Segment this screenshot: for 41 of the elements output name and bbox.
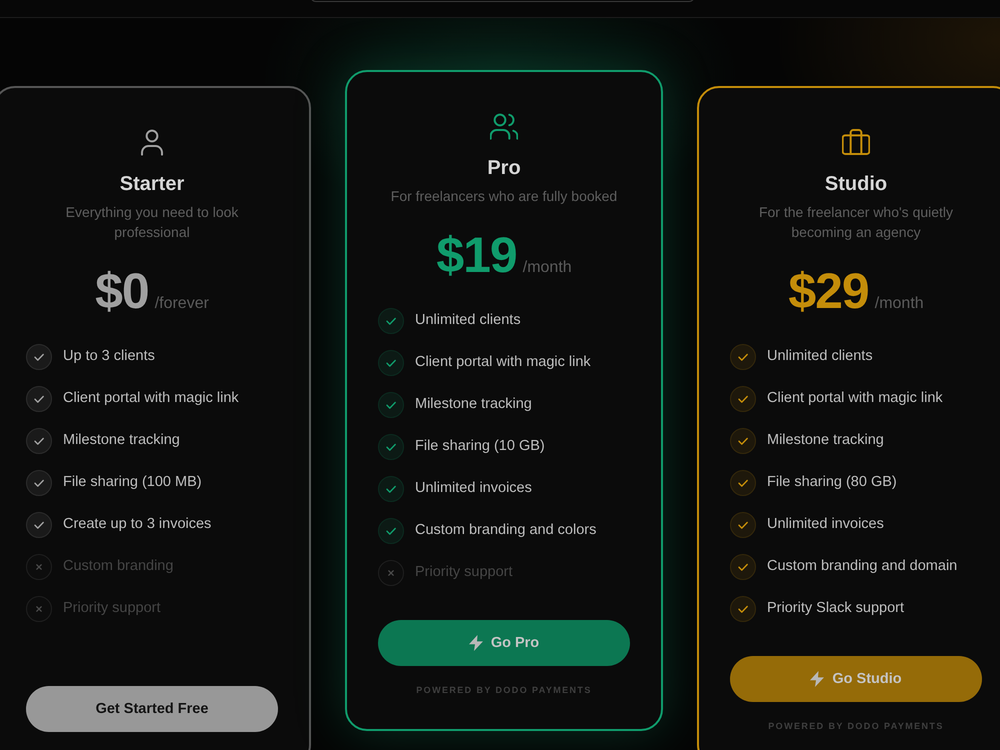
feature-text: Priority support: [63, 598, 161, 616]
plan-title: Starter: [120, 172, 184, 196]
feature-text: Custom branding and colors: [415, 520, 596, 538]
feature-text: Unlimited clients: [415, 310, 521, 328]
plan-price: $19: [436, 227, 517, 283]
feature-text: Priority Slack support: [767, 598, 904, 616]
feature-text: Client portal with magic link: [415, 352, 591, 370]
plan-price: $0: [95, 263, 149, 319]
lightning-icon: [468, 635, 483, 651]
person-icon: [138, 128, 166, 156]
plan-price: $29: [788, 263, 869, 319]
feature-text: Milestone tracking: [63, 430, 180, 448]
feature-text: Unlimited invoices: [767, 514, 884, 532]
feature-text: Custom branding: [63, 556, 174, 574]
feature-text: Milestone tracking: [415, 394, 532, 412]
upgrade-button[interactable]: Go Studio: [730, 656, 982, 702]
feature-text: Up to 3 clients: [63, 346, 155, 364]
feature-text: Milestone tracking: [767, 430, 884, 448]
briefcase-icon: [842, 128, 870, 156]
plan-description: For freelancers who are fully booked: [390, 187, 618, 206]
feature-text: Custom branding and domain: [767, 556, 958, 574]
feature-text: Client portal with magic link: [767, 388, 943, 406]
feature-text: Unlimited clients: [767, 346, 873, 364]
people-icon: [490, 112, 518, 140]
plan-title: Studio: [824, 172, 888, 196]
upgrade-button[interactable]: Go Pro: [378, 620, 630, 666]
feature-text: Create up to 3 invoices: [63, 514, 212, 532]
feature-text: Priority support: [415, 562, 513, 580]
feature-text: File sharing (80 GB): [767, 472, 897, 490]
feature-text: File sharing (100 MB): [63, 472, 202, 490]
feature-text: File sharing (10 GB): [415, 436, 545, 454]
billing-period: /month: [522, 259, 572, 277]
plan-description: Everything you need to look professional: [64, 203, 240, 242]
plan-description: For the freelancer who's quietly becoming an agency: [758, 203, 954, 242]
feature-text: Unlimited invoices: [415, 478, 532, 496]
plan-title: Pro: [487, 156, 521, 180]
get-started-button[interactable]: Get Started Free: [26, 686, 278, 732]
feature-text: Client portal with magic link: [63, 388, 239, 406]
lightning-icon: [810, 671, 824, 687]
billing-period: /forever: [154, 295, 209, 313]
billing-period: /month: [874, 295, 924, 313]
